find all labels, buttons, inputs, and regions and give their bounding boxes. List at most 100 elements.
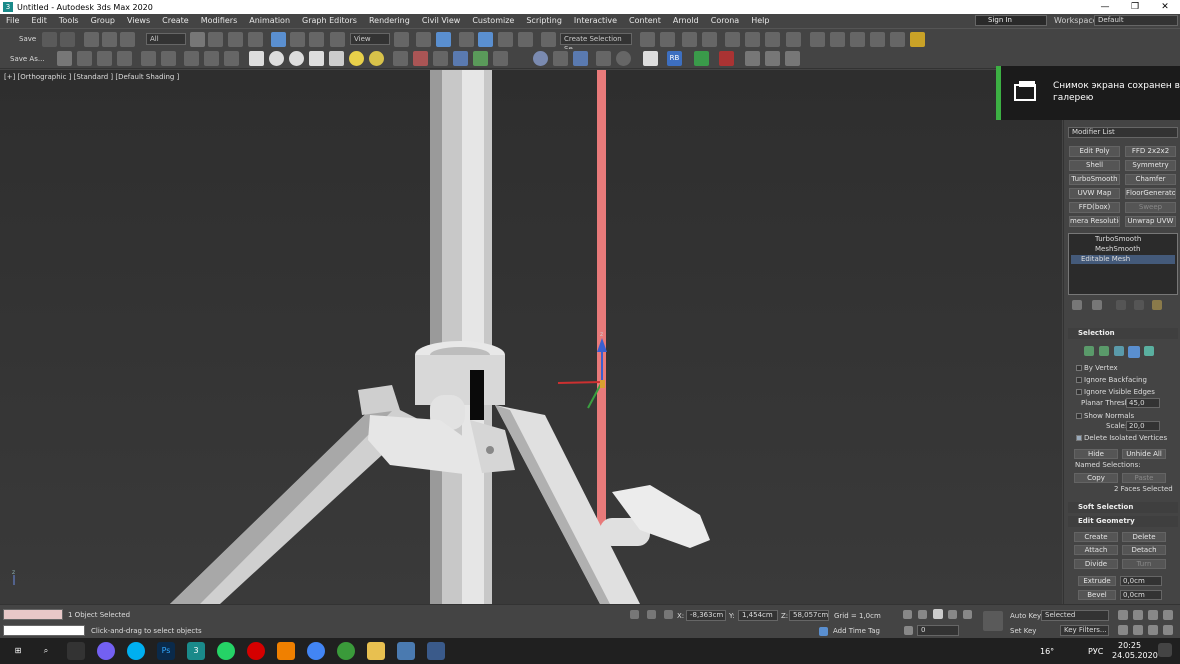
red-rod[interactable] xyxy=(597,70,606,532)
play-icon[interactable] xyxy=(933,609,943,619)
pan-icon[interactable] xyxy=(1133,625,1143,635)
grid-icon[interactable] xyxy=(141,51,156,66)
decal-icon[interactable] xyxy=(453,51,468,66)
key-mode-icon[interactable] xyxy=(904,626,913,635)
menu-rendering[interactable]: Rendering xyxy=(363,14,416,27)
select-by-name-icon[interactable] xyxy=(208,32,223,47)
menu-edit[interactable]: Edit xyxy=(25,14,53,27)
menu-graph-editors[interactable]: Graph Editors xyxy=(296,14,363,27)
orbit-icon[interactable] xyxy=(1148,625,1158,635)
select-manipulate-icon[interactable] xyxy=(416,32,431,47)
stack-item-turbosmooth[interactable]: TurboSmooth xyxy=(1071,235,1175,244)
divide-button[interactable]: Divide xyxy=(1074,559,1118,569)
selected-dropdown[interactable]: Selected xyxy=(1041,610,1109,621)
task-view-icon[interactable] xyxy=(67,642,85,660)
selection-filter-dropdown[interactable]: All xyxy=(146,33,186,45)
close-button[interactable]: ✕ xyxy=(1150,0,1180,14)
rotate-icon[interactable] xyxy=(290,32,305,47)
rollout-edit-geometry[interactable]: Edit Geometry xyxy=(1068,516,1178,527)
modifier-stack[interactable]: TurboSmooth MeshSmooth Editable Mesh xyxy=(1068,233,1178,295)
scene-explorer-icon[interactable] xyxy=(682,32,697,47)
modifier-button[interactable]: FFD 2x2x2 xyxy=(1125,146,1176,157)
menu-arnold[interactable]: Arnold xyxy=(667,14,705,27)
menu-views[interactable]: Views xyxy=(121,14,156,27)
save-as-button[interactable]: Save As... xyxy=(10,55,45,63)
scene-canvas[interactable]: z z xyxy=(0,70,1062,604)
maximize-viewport-icon[interactable] xyxy=(1163,625,1173,635)
remove-modifier-icon[interactable] xyxy=(1134,300,1144,310)
array-icon[interactable] xyxy=(765,51,780,66)
modifier-button[interactable]: Unwrap UVW xyxy=(1125,216,1176,227)
pivot-icon[interactable] xyxy=(394,32,409,47)
ref-coord-dropdown[interactable]: View xyxy=(350,33,390,45)
chevron-down-icon[interactable] xyxy=(694,51,709,66)
isolate-icon[interactable] xyxy=(630,610,639,619)
show-end-result-icon[interactable] xyxy=(1092,300,1102,310)
language-indicator[interactable]: РУС xyxy=(1088,647,1103,656)
menu-content[interactable]: Content xyxy=(623,14,667,27)
sphere-icon[interactable] xyxy=(204,51,219,66)
polygon-mode-icon[interactable] xyxy=(1128,346,1140,358)
x-coordinate[interactable]: -8,363cm xyxy=(686,610,726,621)
snaps-toggle-icon[interactable] xyxy=(459,32,474,47)
modifier-button[interactable]: Sweep xyxy=(1125,202,1176,213)
move-icon[interactable] xyxy=(271,32,286,47)
photoshop-icon[interactable]: Ps xyxy=(157,642,175,660)
stack-item-meshsmooth[interactable]: MeshSmooth xyxy=(1071,245,1175,254)
light-icon[interactable] xyxy=(161,51,176,66)
ignore-backfacing-checkbox[interactable] xyxy=(1076,377,1082,383)
menu-corona[interactable]: Corona xyxy=(705,14,745,27)
paste-button[interactable]: Paste xyxy=(1122,473,1166,483)
modifier-button[interactable]: Symmetry xyxy=(1125,160,1176,171)
maxscript-listener[interactable] xyxy=(3,609,63,620)
auto-key-button[interactable]: Auto Key xyxy=(1010,612,1041,620)
field-of-view-icon[interactable] xyxy=(1118,625,1128,635)
utorrent-icon[interactable] xyxy=(337,642,355,660)
windows-start-icon[interactable]: ⊞ xyxy=(9,642,27,660)
render-cloud-icon[interactable] xyxy=(870,32,885,47)
menu-tools[interactable]: Tools xyxy=(53,14,85,27)
chrome-icon[interactable] xyxy=(307,642,325,660)
cloud-icon[interactable] xyxy=(77,51,92,66)
edge-mode-icon[interactable] xyxy=(1099,346,1109,356)
grid-tool-icon[interactable] xyxy=(745,51,760,66)
delete-button[interactable]: Delete xyxy=(1122,532,1166,542)
3ds-max-icon[interactable]: 3 xyxy=(187,642,205,660)
region-select-icon[interactable] xyxy=(228,32,243,47)
unhide-all-button[interactable]: Unhide All xyxy=(1122,449,1166,459)
edit-named-selection-icon[interactable] xyxy=(541,32,556,47)
render-icon[interactable] xyxy=(117,51,132,66)
y-coordinate[interactable]: 1,454cm xyxy=(738,610,778,621)
go-to-start-icon[interactable] xyxy=(903,610,912,619)
pin-stack-icon[interactable] xyxy=(1072,300,1082,310)
particles-icon[interactable] xyxy=(393,51,408,66)
sphere-light-icon[interactable] xyxy=(289,51,304,66)
left-bracket[interactable] xyxy=(358,385,400,415)
save-button[interactable]: Save xyxy=(19,35,36,43)
vlc-icon[interactable] xyxy=(277,642,295,660)
extrude-spinner[interactable]: 0,0cm xyxy=(1120,576,1162,586)
frame-field[interactable]: 0 xyxy=(917,625,959,636)
window-crossing-icon[interactable] xyxy=(248,32,263,47)
create-button[interactable]: Create xyxy=(1074,532,1118,542)
menu-create[interactable]: Create xyxy=(156,14,195,27)
absolute-mode-icon[interactable] xyxy=(664,610,673,619)
menu-group[interactable]: Group xyxy=(85,14,121,27)
face-mode-icon[interactable] xyxy=(1114,346,1124,356)
sky-icon[interactable] xyxy=(369,51,384,66)
zoom-all-icon[interactable] xyxy=(1133,610,1143,620)
menu-help[interactable]: Help xyxy=(745,14,775,27)
curve-editor-icon[interactable] xyxy=(745,32,760,47)
configure-sets-icon[interactable] xyxy=(1152,300,1162,310)
bevel-spinner[interactable]: 0,0cm xyxy=(1120,590,1162,600)
keyboard-shortcut-override-icon[interactable] xyxy=(436,32,451,47)
distribute-icon[interactable] xyxy=(785,51,800,66)
notifications-icon[interactable] xyxy=(1158,643,1172,657)
camera-icon[interactable] xyxy=(184,51,199,66)
warning-icon[interactable] xyxy=(910,32,925,47)
sign-in-dropdown[interactable]: Sign In xyxy=(975,15,1047,26)
gizmo-x-axis[interactable] xyxy=(557,381,603,384)
menu-customize[interactable]: Customize xyxy=(466,14,520,27)
proxy-icon[interactable] xyxy=(433,51,448,66)
helper-icon[interactable] xyxy=(224,51,239,66)
